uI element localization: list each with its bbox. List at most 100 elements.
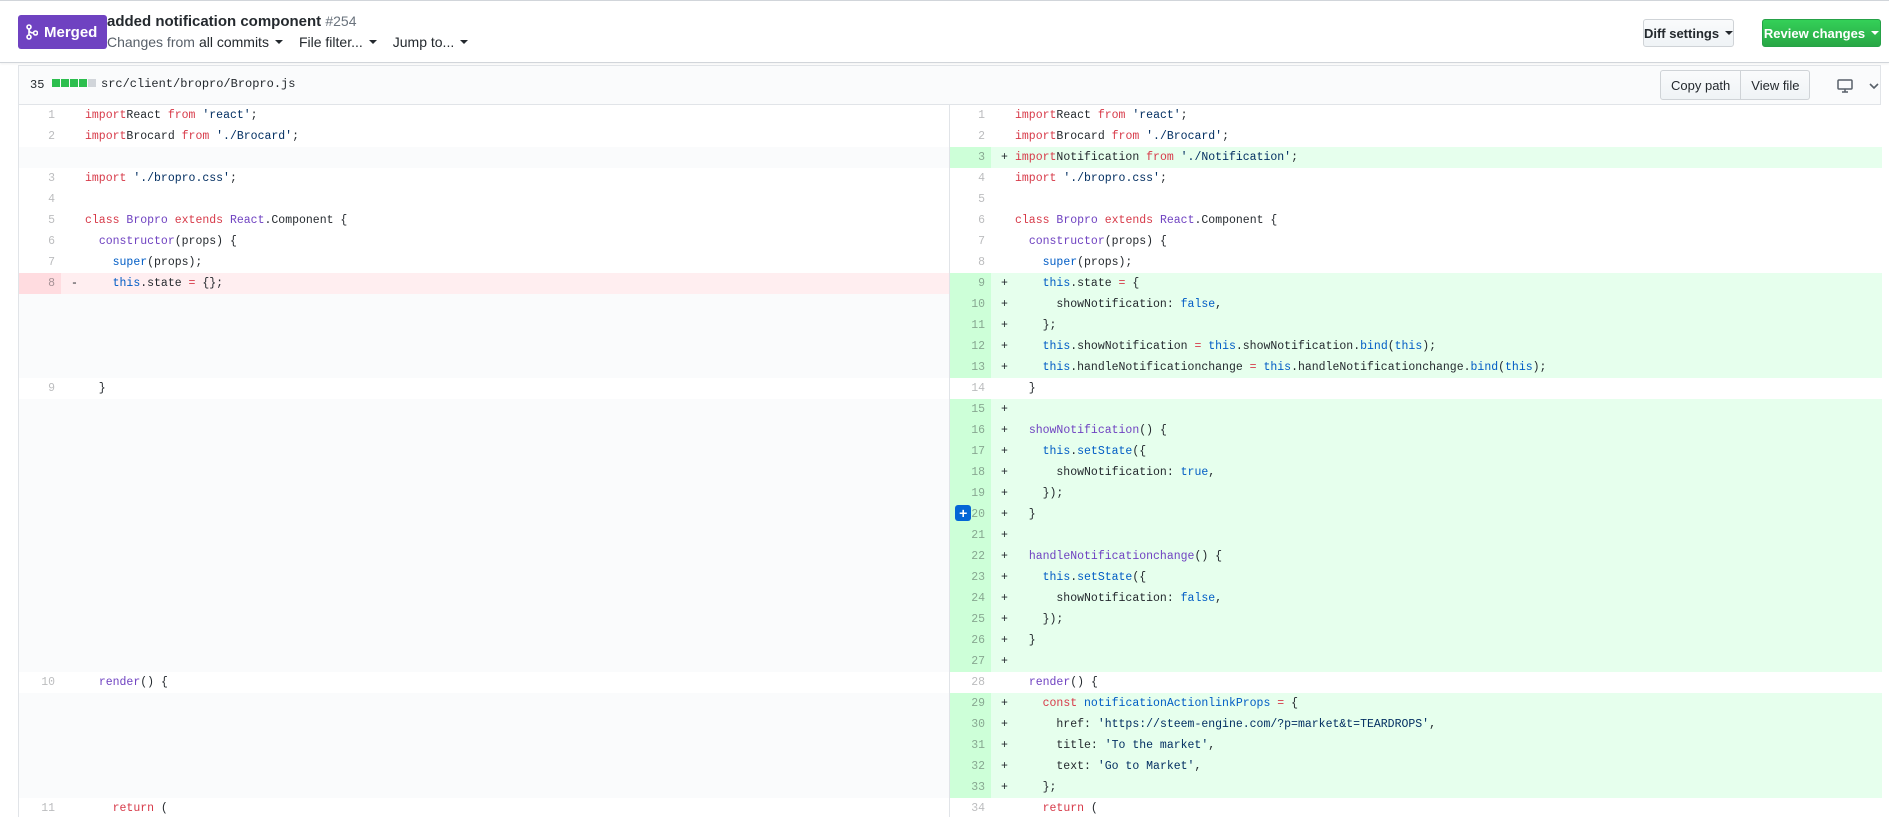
left-line-number[interactable]: 4 — [19, 189, 61, 210]
caret-down-icon — [1725, 31, 1734, 35]
right-line-number[interactable]: 26 — [948, 630, 991, 651]
right-line-number[interactable]: 9 — [948, 273, 991, 294]
diff-settings-button[interactable]: Diff settings — [1643, 19, 1734, 47]
diff-settings-label: Diff settings — [1643, 25, 1720, 41]
right-line-number[interactable]: +20 — [948, 504, 991, 525]
right-line-number[interactable]: 28 — [948, 672, 991, 693]
left-code-line — [61, 483, 949, 504]
right-line-number[interactable]: 22 — [948, 546, 991, 567]
diff-nav: Changes from all commits File filter... … — [107, 34, 469, 50]
right-line-number[interactable]: 16 — [948, 420, 991, 441]
left-line-number[interactable]: 5 — [19, 210, 61, 231]
left-line-number[interactable]: 8 — [19, 273, 61, 294]
right-line-number[interactable]: 11 — [948, 315, 991, 336]
right-line-number[interactable]: 2 — [948, 126, 991, 147]
left-line-number[interactable]: 10 — [19, 672, 61, 693]
right-line-number[interactable]: 21 — [948, 525, 991, 546]
right-line-number[interactable]: 34 — [948, 798, 991, 817]
diff-row: 13 + this.handleNotificationchange = this… — [19, 357, 1882, 378]
code-token: import — [1015, 172, 1057, 185]
right-line-number[interactable]: 32 — [948, 756, 991, 777]
review-changes-button[interactable]: Review changes — [1762, 19, 1881, 47]
left-line-number — [19, 315, 61, 336]
left-line-number[interactable]: 2 — [19, 126, 61, 147]
diff-row: 23 + this.setState({ — [19, 567, 1882, 588]
file-path[interactable]: src/client/bropro/Bropro.js — [101, 77, 295, 91]
file-filter-dropdown[interactable]: File filter... — [299, 34, 377, 50]
diff-row: 8 - this.state = {}; 9 + this.state = { — [19, 273, 1882, 294]
code-token: ( — [154, 802, 168, 815]
line-number: 4 — [48, 193, 55, 206]
diff-row: 25 + }); — [19, 609, 1882, 630]
code-token: false — [1180, 592, 1216, 605]
addition-marker: + — [1001, 319, 1008, 332]
right-line-number[interactable]: 29 — [948, 693, 991, 714]
line-number: 3 — [48, 172, 55, 185]
right-line-number[interactable]: 12 — [948, 336, 991, 357]
left-line-number[interactable]: 6 — [19, 231, 61, 252]
line-number: 26 — [971, 634, 985, 647]
changes-from-dropdown[interactable]: Changes from all commits — [107, 34, 283, 50]
left-line-number — [19, 546, 61, 567]
left-line-number[interactable]: 7 — [19, 252, 61, 273]
left-line-number[interactable]: 11 — [19, 798, 61, 817]
right-line-number[interactable]: 10 — [948, 294, 991, 315]
line-number: 7 — [978, 235, 985, 248]
left-line-number — [19, 462, 61, 483]
left-line-number[interactable]: 3 — [19, 168, 61, 189]
right-line-number[interactable]: 15 — [948, 399, 991, 420]
right-line-number[interactable]: 31 — [948, 735, 991, 756]
right-line-number[interactable]: 33 — [948, 777, 991, 798]
left-code-line — [61, 630, 949, 651]
diff-row: 3 + importNotification from './Notificatio… — [19, 147, 1882, 168]
right-line-number[interactable]: 5 — [948, 189, 991, 210]
right-line-number[interactable]: 1 — [948, 105, 991, 126]
code-token: ; — [250, 109, 258, 122]
display-rich-diff-icon[interactable] — [1837, 79, 1853, 96]
left-code-line — [61, 525, 949, 546]
right-code-line: + } — [991, 504, 1882, 525]
code-token: .showNotification. — [1235, 340, 1361, 353]
chevron-down-icon[interactable] — [1868, 79, 1880, 95]
code-token: ; — [292, 130, 299, 143]
merged-status-badge: Merged — [18, 15, 108, 49]
code-token: this — [1042, 277, 1071, 290]
right-line-number[interactable]: 13 — [948, 357, 991, 378]
left-line-number[interactable]: 1 — [19, 105, 61, 126]
left-line-number[interactable]: 9 — [19, 378, 61, 399]
code-token: './Brocard' — [216, 130, 293, 143]
code-token: }); — [1015, 487, 1064, 500]
right-line-number[interactable]: 14 — [948, 378, 991, 399]
addition-marker: + — [1001, 424, 1008, 437]
right-line-number[interactable]: 18 — [948, 462, 991, 483]
right-line-number[interactable]: 24 — [948, 588, 991, 609]
right-line-number[interactable]: 30 — [948, 714, 991, 735]
addition-marker: + — [1001, 718, 1008, 731]
right-line-number[interactable]: 17 — [948, 441, 991, 462]
right-line-number[interactable]: 6 — [948, 210, 991, 231]
add-comment-button[interactable]: + — [955, 504, 972, 521]
right-line-number[interactable]: 27 — [948, 651, 991, 672]
left-code-line: constructor(props) { — [61, 231, 949, 252]
right-line-number[interactable]: 25 — [948, 609, 991, 630]
right-line-number[interactable]: 3 — [948, 147, 991, 168]
right-line-number[interactable]: 7 — [948, 231, 991, 252]
right-line-number[interactable]: 23 — [948, 567, 991, 588]
right-code-line: } — [991, 378, 1882, 399]
jump-to-dropdown[interactable]: Jump to... — [393, 34, 469, 50]
code-token: ; — [1291, 151, 1298, 164]
view-file-button[interactable]: View file — [1741, 70, 1811, 100]
diff-row: 22 + handleNotificationchange() { — [19, 546, 1882, 567]
line-number: 7 — [48, 256, 55, 269]
right-code-line: + this.showNotification = this.showNotif… — [991, 336, 1882, 357]
line-number: 14 — [971, 382, 985, 395]
right-line-number[interactable]: 4 — [948, 168, 991, 189]
changes-from-value: all commits — [198, 34, 269, 50]
right-line-number[interactable]: 8 — [948, 252, 991, 273]
code-token: ({ — [1132, 571, 1147, 584]
copy-path-button[interactable]: Copy path — [1660, 70, 1742, 100]
right-line-number[interactable]: 19 — [948, 483, 991, 504]
right-code-line: super(props); — [991, 252, 1882, 273]
